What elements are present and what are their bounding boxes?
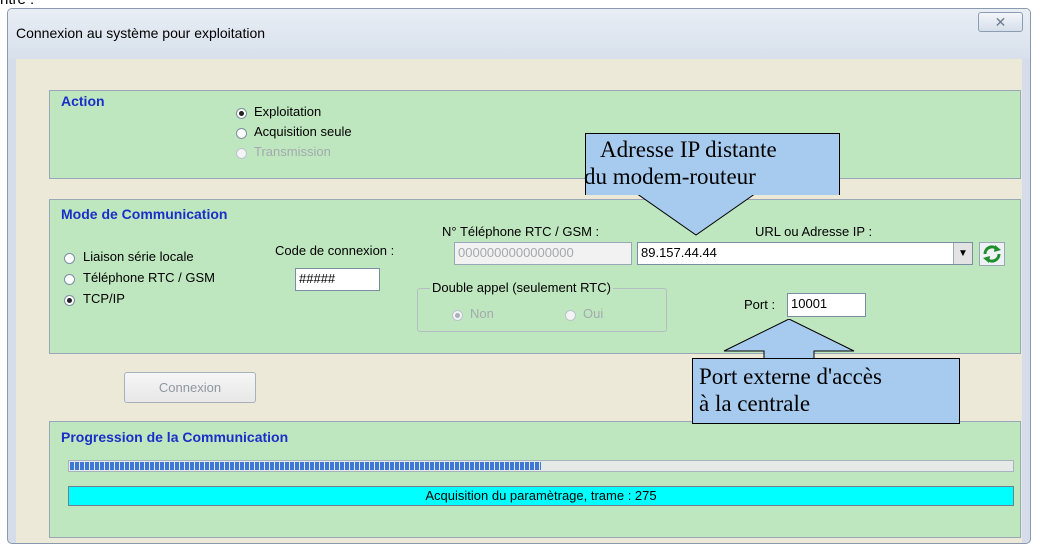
ip-callout-line2: du modem-routeur xyxy=(584,164,756,189)
progress-group-title: Progression de la Communication xyxy=(61,429,289,445)
radio-telephone-rtc[interactable] xyxy=(64,274,75,285)
port-callout: Port externe d'accès à la centrale xyxy=(692,358,960,424)
action-group: Action Exploitation Acquisition seule Tr… xyxy=(49,90,1021,179)
radio-tcpip[interactable] xyxy=(64,295,75,306)
title-bar: Connexion au système pour exploitation ✕ xyxy=(8,9,1030,59)
radio-acquisition-seule[interactable] xyxy=(236,128,247,139)
progress-bar-fill xyxy=(70,462,541,470)
code-connexion-label: Code de connexion : xyxy=(275,243,395,258)
port-label: Port : xyxy=(744,297,776,312)
port-callout-line1: Port externe d'accès xyxy=(699,364,882,389)
code-connexion-field[interactable]: ##### xyxy=(295,268,380,291)
radio-liaison-serie[interactable] xyxy=(64,253,75,264)
phone-label: N° Téléphone RTC / GSM : xyxy=(442,224,600,239)
radio-telephone-rtc-label: Téléphone RTC / GSM xyxy=(83,270,215,285)
action-group-title: Action xyxy=(61,93,105,109)
dialog-window: Connexion au système pour exploitation ✕… xyxy=(7,8,1031,544)
close-button[interactable]: ✕ xyxy=(978,12,1023,32)
radio-non-label: Non xyxy=(470,306,494,321)
top-text-fragment: ntre : xyxy=(0,0,34,8)
ip-callout-line1: Adresse IP distante xyxy=(600,137,777,162)
radio-exploitation[interactable] xyxy=(236,108,247,119)
radio-oui-label: Oui xyxy=(583,306,604,321)
url-value: 89.157.44.44 xyxy=(641,245,717,260)
url-combobox[interactable]: 89.157.44.44 xyxy=(637,242,973,265)
radio-oui xyxy=(565,310,576,321)
status-text: Acquisition du paramètrage, trame : 275 xyxy=(425,488,657,503)
radio-exploitation-label: Exploitation xyxy=(254,104,322,119)
double-call-label: Double appel (seulement RTC) xyxy=(430,280,613,295)
progress-bar xyxy=(68,460,1014,472)
port-field[interactable]: 10001 xyxy=(787,293,866,317)
radio-liaison-serie-label: Liaison série locale xyxy=(83,249,194,264)
ip-callout: Adresse IP distante du modem-routeur xyxy=(584,133,840,195)
mode-group-title: Mode de Communication xyxy=(61,206,228,222)
radio-acquisition-seule-label: Acquisition seule xyxy=(254,124,352,139)
connexion-button[interactable]: Connexion xyxy=(124,372,256,403)
refresh-icon xyxy=(983,245,1001,263)
status-bar: Acquisition du paramètrage, trame : 275 xyxy=(68,486,1014,506)
url-dropdown-button[interactable]: ▼ xyxy=(953,243,972,264)
radio-transmission-label: Transmission xyxy=(254,144,331,159)
window-title: Connexion au système pour exploitation xyxy=(16,25,266,41)
radio-non xyxy=(452,310,463,321)
radio-transmission xyxy=(236,148,247,159)
dialog-client-area: Action Exploitation Acquisition seule Tr… xyxy=(16,59,1022,543)
port-callout-line2: à la centrale xyxy=(699,391,811,416)
phone-field: 0000000000000000 xyxy=(454,242,632,265)
refresh-button[interactable] xyxy=(979,242,1005,266)
progress-group: Progression de la Communication Acquisit… xyxy=(49,421,1021,538)
radio-tcpip-label: TCP/IP xyxy=(83,291,125,306)
close-icon: ✕ xyxy=(994,14,1007,30)
chevron-down-icon: ▼ xyxy=(958,248,968,259)
